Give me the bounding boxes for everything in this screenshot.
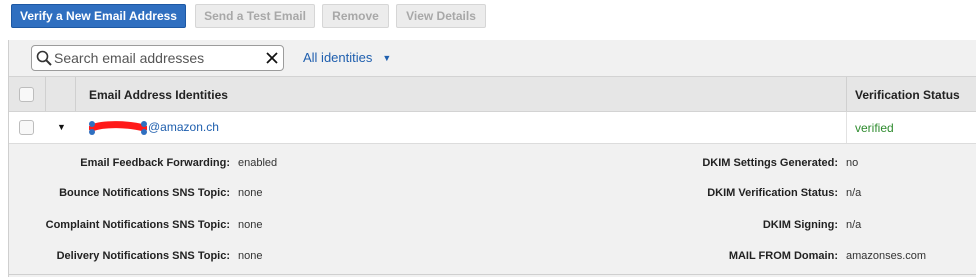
divider bbox=[9, 274, 976, 275]
column-divider bbox=[846, 77, 847, 111]
verification-status: verified bbox=[855, 121, 894, 135]
column-divider bbox=[45, 77, 46, 111]
detail-label: Email Feedback Forwarding: bbox=[80, 157, 230, 169]
search-input[interactable] bbox=[54, 48, 259, 68]
column-header-status[interactable]: Verification Status bbox=[855, 88, 960, 102]
select-all-checkbox[interactable] bbox=[19, 87, 34, 102]
detail-label: DKIM Signing: bbox=[762, 219, 838, 231]
column-divider bbox=[75, 77, 76, 111]
email-identity-link[interactable]: @amazon.ch bbox=[88, 120, 219, 135]
redacted-username bbox=[88, 121, 148, 135]
search-icon bbox=[36, 50, 52, 66]
toolbar: Verify a New Email Address Send a Test E… bbox=[0, 0, 976, 40]
identities-panel: All identities ▼ Email Address Identitie… bbox=[8, 40, 976, 277]
table-header: Email Address Identities Verification St… bbox=[9, 76, 976, 112]
search-bar: All identities ▼ bbox=[9, 40, 976, 76]
search-box[interactable] bbox=[31, 45, 284, 71]
verify-new-email-button[interactable]: Verify a New Email Address bbox=[11, 4, 186, 28]
detail-value: none bbox=[238, 250, 263, 262]
detail-value: none bbox=[238, 187, 263, 199]
identity-details: Email Feedback Forwarding: enabled Bounc… bbox=[9, 144, 976, 275]
column-divider bbox=[846, 112, 847, 143]
view-details-button[interactable]: View Details bbox=[396, 4, 486, 28]
expand-caret-icon[interactable]: ▼ bbox=[57, 122, 66, 132]
detail-value: none bbox=[238, 219, 263, 231]
column-header-email[interactable]: Email Address Identities bbox=[89, 88, 228, 102]
detail-value: no bbox=[846, 157, 859, 169]
chevron-down-icon: ▼ bbox=[382, 52, 392, 63]
identity-filter-label: All identities bbox=[303, 50, 373, 65]
detail-label: MAIL FROM Domain: bbox=[728, 250, 838, 262]
send-test-email-button[interactable]: Send a Test Email bbox=[195, 4, 315, 28]
detail-label: Complaint Notifications SNS Topic: bbox=[45, 219, 230, 231]
table-row[interactable]: ▼ @amazon.ch verified bbox=[9, 112, 976, 144]
detail-value: n/a bbox=[846, 219, 862, 231]
detail-value: amazonses.com bbox=[846, 250, 927, 262]
row-checkbox[interactable] bbox=[19, 120, 34, 135]
detail-value: n/a bbox=[846, 187, 862, 199]
clear-search-icon[interactable] bbox=[265, 51, 279, 65]
identity-filter-dropdown[interactable]: All identities ▼ bbox=[303, 50, 391, 65]
detail-label: DKIM Verification Status: bbox=[707, 187, 838, 199]
remove-button[interactable]: Remove bbox=[322, 4, 389, 28]
detail-label: Delivery Notifications SNS Topic: bbox=[56, 250, 230, 262]
detail-label: DKIM Settings Generated: bbox=[702, 157, 838, 169]
email-domain: @amazon.ch bbox=[148, 120, 219, 134]
detail-value: enabled bbox=[238, 157, 278, 169]
detail-label: Bounce Notifications SNS Topic: bbox=[59, 187, 230, 199]
